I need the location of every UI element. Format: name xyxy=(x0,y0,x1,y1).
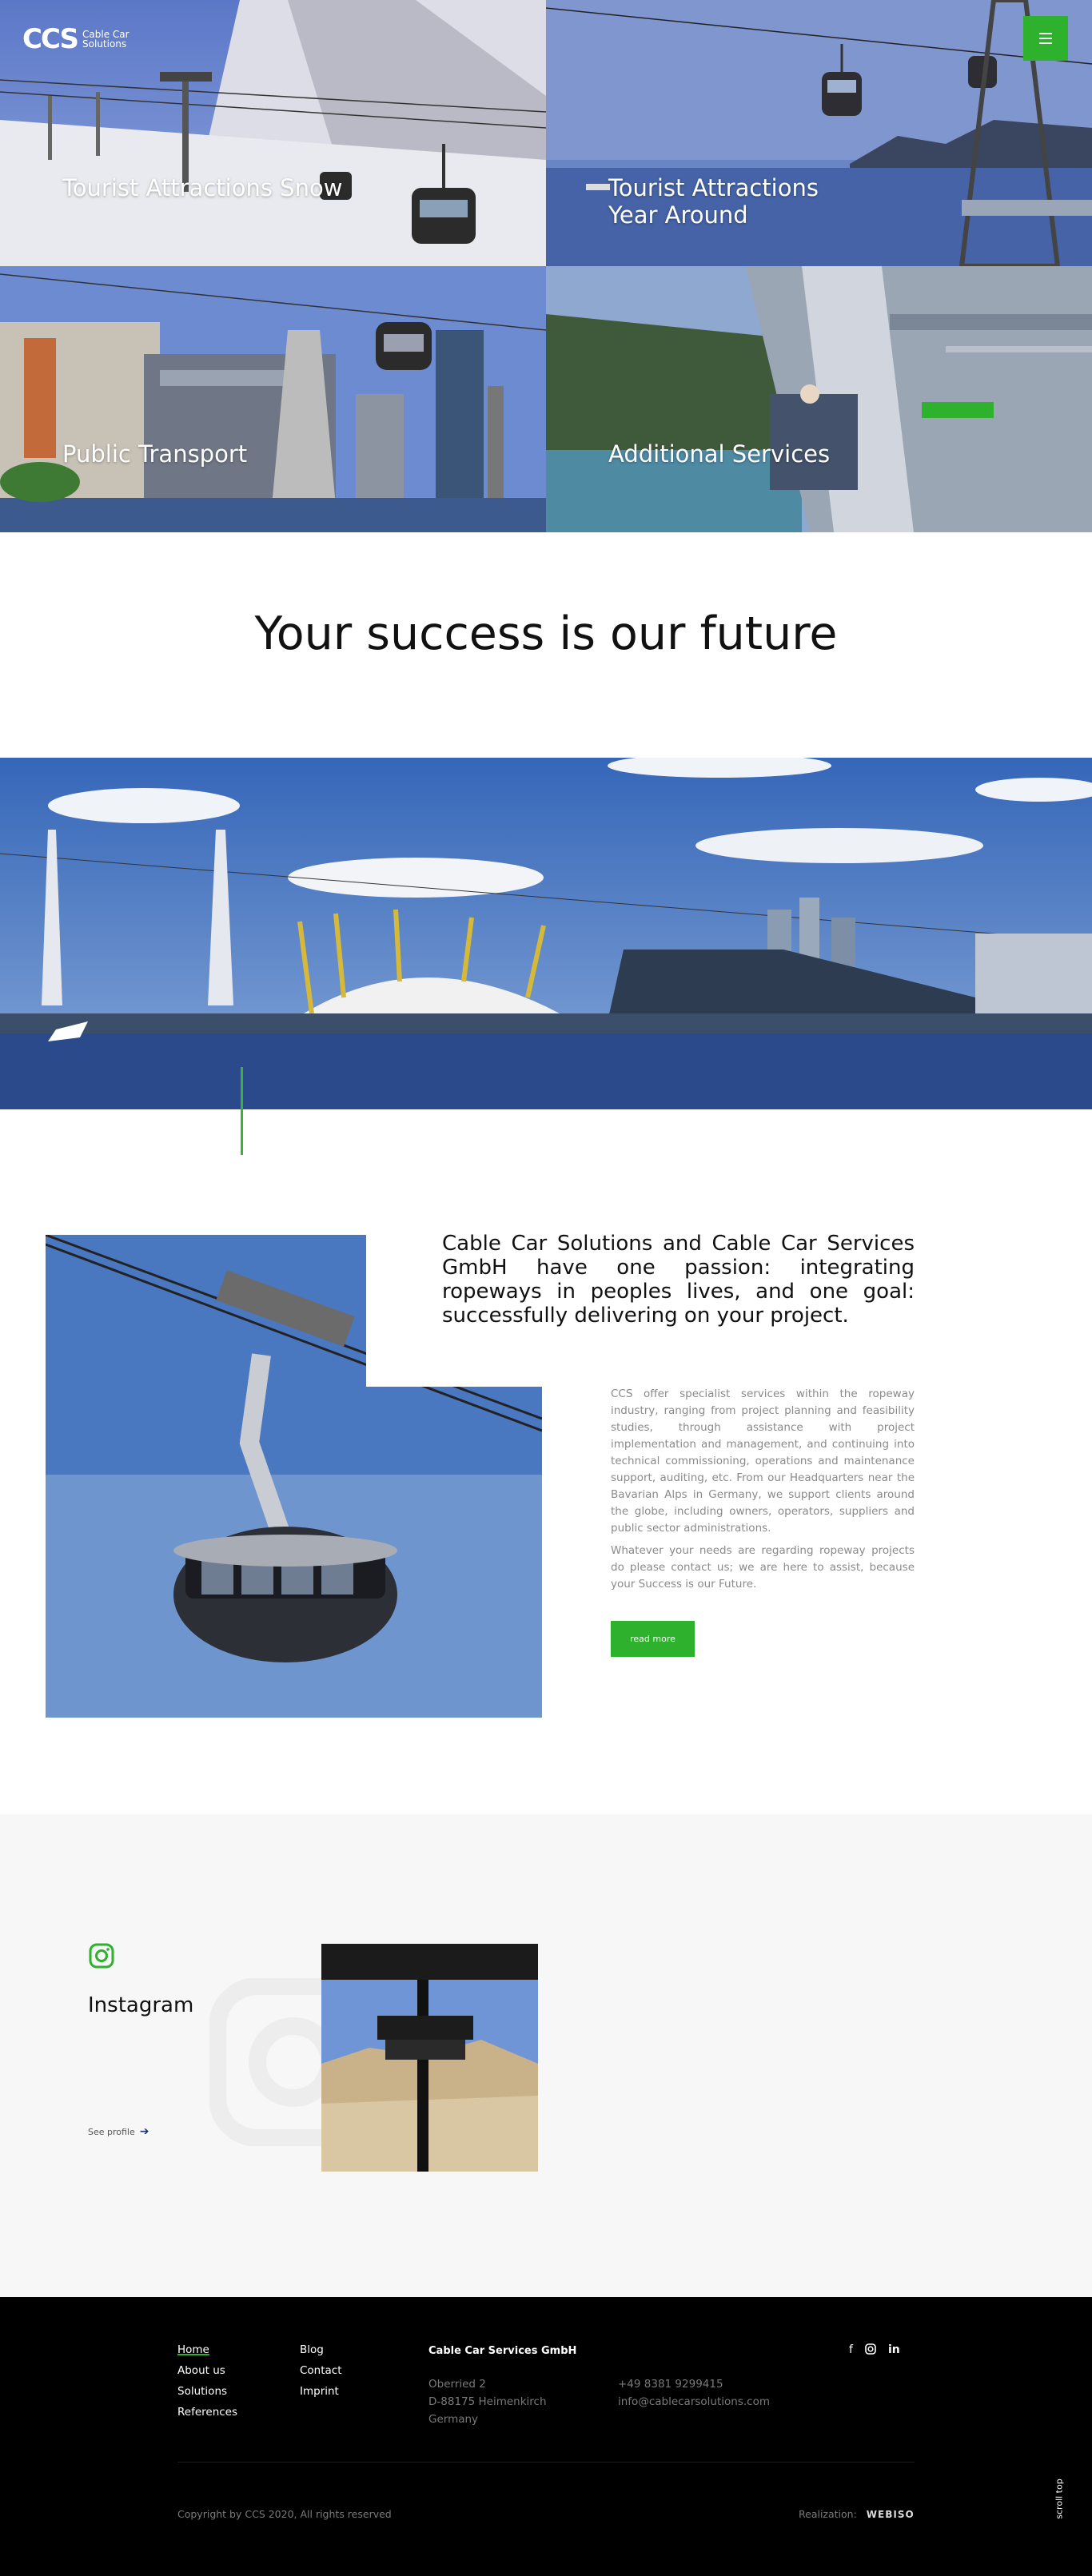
footer-divider xyxy=(177,2462,915,2463)
footer-link-imprint[interactable]: Imprint xyxy=(300,2385,342,2398)
instagram-post[interactable] xyxy=(321,1944,538,2172)
panorama-image xyxy=(0,758,1092,1109)
footer-link-references[interactable]: References xyxy=(177,2406,237,2419)
hamburger-icon xyxy=(1039,33,1052,34)
tile-label: Tourist Attractions Snow xyxy=(62,174,343,201)
footer: Home About us Solutions References Blog … xyxy=(0,2297,1092,2576)
scroll-top-button[interactable]: scroll top xyxy=(1054,2470,1071,2542)
tile-label: Tourist Attractions Year Around xyxy=(608,174,819,229)
footer-link-about[interactable]: About us xyxy=(177,2364,237,2377)
see-profile-link[interactable]: See profile ➔ xyxy=(88,2125,149,2138)
address-line: D-88175 Heimenkirch xyxy=(428,2395,547,2408)
linkedin-icon[interactable]: in xyxy=(888,2343,900,2356)
instagram-section: Instagram See profile ➔ xyxy=(0,1814,1092,2297)
intro-lead: Cable Car Solutions and Cable Car Servic… xyxy=(442,1232,915,1328)
maintenance-image xyxy=(546,266,1092,532)
category-tiles: Tourist Attractions Snow Tourist Attract… xyxy=(0,0,1092,532)
address-line: Germany xyxy=(428,2413,479,2426)
logo-mark: CCS xyxy=(22,23,79,55)
accent-line xyxy=(241,1067,243,1155)
footer-address: Oberried 2 D-88175 Heimenkirch Germany xyxy=(428,2375,547,2428)
footer-nav-secondary: Blog Contact Imprint xyxy=(300,2343,342,2406)
logo[interactable]: CCS Cable Car Solutions xyxy=(22,26,138,53)
tile-public-transport[interactable]: Public Transport xyxy=(0,266,546,532)
page-headline: Your success is our future xyxy=(254,607,838,660)
instagram-icon xyxy=(89,1943,114,1969)
intro-body: CCS offer specialist services within the… xyxy=(611,1386,915,1599)
scroll-top-label: scroll top xyxy=(1054,2478,1065,2519)
facebook-icon[interactable]: f xyxy=(849,2343,853,2356)
footer-link-solutions[interactable]: Solutions xyxy=(177,2385,237,2398)
footer-email[interactable]: info@cablecarsolutions.com xyxy=(618,2393,770,2411)
tile-additional-services[interactable]: Additional Services xyxy=(546,266,1092,532)
read-more-button[interactable]: read more xyxy=(611,1621,695,1657)
tile-label: Public Transport xyxy=(62,440,248,468)
footer-realization: Realization: WEBISO xyxy=(799,2508,915,2520)
footer-link-home[interactable]: Home xyxy=(177,2343,237,2356)
tile-label: Additional Services xyxy=(608,440,831,468)
see-profile-label: See profile xyxy=(88,2126,135,2137)
intro-paragraph: CCS offer specialist services within the… xyxy=(611,1388,915,1535)
logo-text: Cable Car Solutions xyxy=(82,29,130,50)
realization-label: Realization: xyxy=(799,2508,857,2520)
footer-company-name: Cable Car Services GmbH xyxy=(428,2345,577,2357)
intro-paragraph: Whatever your needs are regarding ropewa… xyxy=(611,1544,915,1591)
footer-contact: +49 8381 9299415 info@cablecarsolutions.… xyxy=(618,2375,770,2411)
arrow-right-icon: ➔ xyxy=(139,2125,149,2138)
footer-phone[interactable]: +49 8381 9299415 xyxy=(618,2375,770,2393)
menu-button[interactable] xyxy=(1023,16,1068,61)
footer-nav-primary: Home About us Solutions References xyxy=(177,2343,237,2427)
address-line: Oberried 2 xyxy=(428,2378,486,2391)
tile-tourist-year-around[interactable]: Tourist Attractions Year Around xyxy=(546,0,1092,266)
footer-copyright: Copyright by CCS 2020, All rights reserv… xyxy=(177,2508,392,2520)
footer-social: f in xyxy=(849,2343,900,2356)
instagram-title: Instagram xyxy=(88,1993,194,2017)
webiso-logo[interactable]: WEBISO xyxy=(867,2509,915,2520)
instagram-icon[interactable] xyxy=(865,2343,876,2355)
footer-link-blog[interactable]: Blog xyxy=(300,2343,342,2356)
footer-link-contact[interactable]: Contact xyxy=(300,2364,342,2377)
city-station-image xyxy=(0,266,546,532)
